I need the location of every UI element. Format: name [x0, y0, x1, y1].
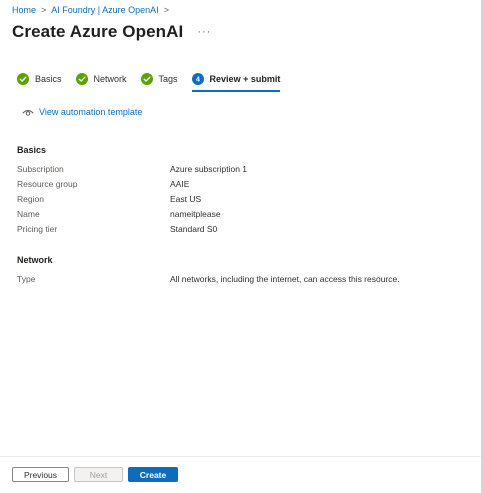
summary-row: Name nameitplease [17, 209, 457, 219]
breadcrumb-home-link[interactable]: Home [12, 5, 36, 15]
summary-row: Pricing tier Standard S0 [17, 224, 457, 234]
section-title-basics: Basics [17, 145, 47, 155]
summary-row: Resource group AAIE [17, 179, 457, 189]
row-value: East US [170, 194, 202, 204]
tab-review-submit-label: Review + submit [209, 74, 281, 84]
tab-network[interactable]: Network [75, 73, 127, 92]
row-label: Subscription [17, 164, 64, 174]
step-number: 4 [196, 76, 200, 83]
check-circle-icon [17, 73, 29, 85]
row-value: Azure subscription 1 [170, 164, 248, 174]
row-value: AAIE [170, 179, 190, 189]
eye-icon [22, 108, 34, 117]
view-automation-template-label: View automation template [39, 107, 143, 117]
create-button[interactable]: Create [128, 467, 178, 482]
section-title-network: Network [17, 255, 53, 265]
page-title: Create Azure OpenAI [12, 22, 184, 41]
title-row: Create Azure OpenAI ··· [12, 22, 211, 42]
breadcrumb-separator: > [41, 5, 47, 15]
row-value: Standard S0 [170, 224, 218, 234]
check-circle-icon [140, 73, 153, 85]
row-value: nameitplease [170, 209, 221, 219]
breadcrumb: Home > AI Foundry | Azure OpenAI > [12, 5, 169, 15]
tab-network-label: Network [93, 74, 127, 84]
wizard-tabs: Basics Network Tags 4 Review + submit [17, 73, 294, 92]
check-circle-icon [75, 73, 88, 85]
row-label: Name [17, 209, 40, 219]
view-automation-template-link[interactable]: View automation template [22, 107, 142, 117]
row-label: Type [17, 274, 36, 284]
tab-review-submit[interactable]: 4 Review + submit [191, 73, 281, 92]
previous-button[interactable]: Previous [12, 467, 69, 482]
tab-basics[interactable]: Basics [17, 73, 62, 92]
row-label: Resource group [17, 179, 78, 189]
row-label: Pricing tier [17, 224, 58, 234]
summary-row: Subscription Azure subscription 1 [17, 164, 457, 174]
breadcrumb-separator: > [163, 5, 169, 15]
tab-tags[interactable]: Tags [140, 73, 178, 92]
summary-row: Region East US [17, 194, 457, 204]
row-value: All networks, including the internet, ca… [170, 274, 400, 284]
tab-tags-label: Tags [158, 74, 178, 84]
summary-row: Type All networks, including the interne… [17, 274, 457, 284]
step-number-icon: 4 [191, 73, 204, 85]
footer-divider [0, 456, 481, 457]
breadcrumb-ai-foundry-link[interactable]: AI Foundry | Azure OpenAI [51, 5, 158, 15]
tab-basics-label: Basics [35, 74, 62, 84]
next-button[interactable]: Next [74, 467, 123, 482]
more-options-icon[interactable]: ··· [197, 26, 211, 38]
row-label: Region [17, 194, 44, 204]
